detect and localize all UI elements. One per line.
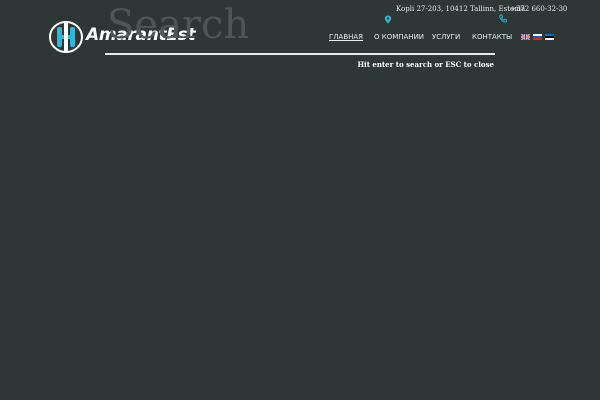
phone-text[interactable]: +372 660-32-30 <box>510 5 567 13</box>
flag-ru-icon[interactable] <box>533 34 542 40</box>
search-hint: Hit enter to search or ESC to close <box>357 60 494 69</box>
nav-item-about[interactable]: О КОМПАНИИ <box>374 33 424 41</box>
flag-ee-icon[interactable] <box>545 34 554 40</box>
flag-en-icon[interactable] <box>521 34 530 40</box>
phone-icon <box>499 14 507 23</box>
map-pin-icon <box>384 15 392 24</box>
logo-mark-icon <box>49 21 83 53</box>
nav-item-contacts[interactable]: КОНТАКТЫ <box>472 33 512 41</box>
address-text: Kopli 27-203, 10412 Tallinn, Estonia <box>396 5 526 13</box>
search-underline <box>105 53 495 55</box>
nav-item-services[interactable]: УСЛУГИ <box>432 33 460 41</box>
nav-item-home[interactable]: ГЛАВНАЯ <box>329 33 363 41</box>
